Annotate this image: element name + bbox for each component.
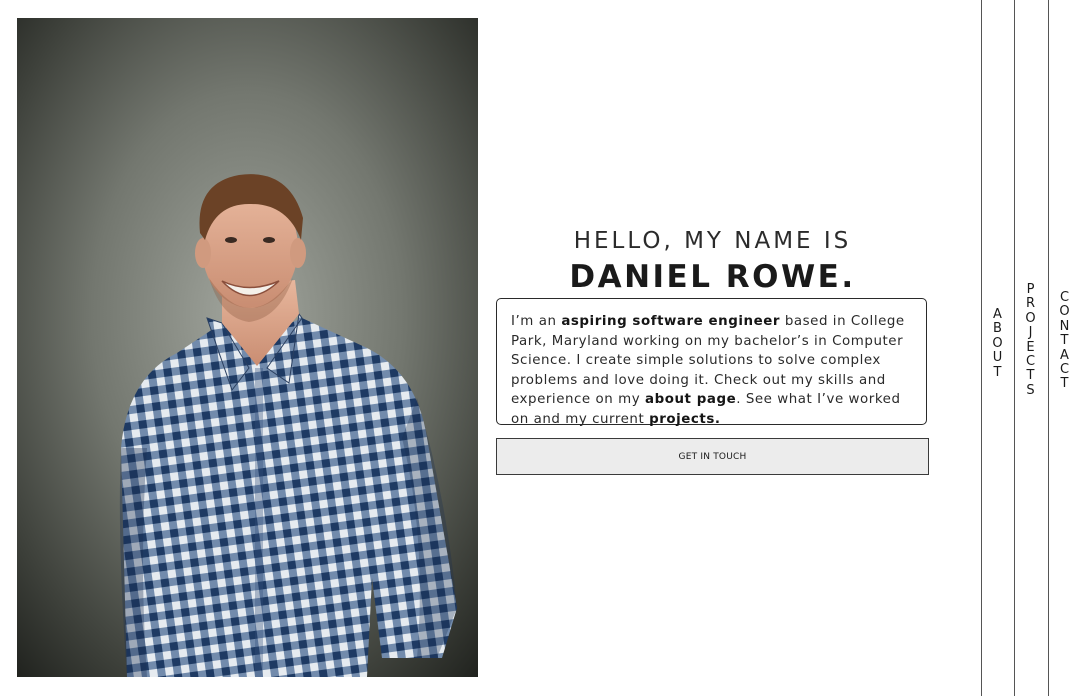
bio-box: I’m an aspiring software engineer based …: [496, 298, 927, 427]
greeting-text: HELLO, MY NAME IS: [573, 228, 852, 254]
nav-about[interactable]: ABOUT: [981, 307, 1014, 380]
name-title: DANIEL ROWE.: [569, 259, 856, 295]
nav-label: CONTACT: [1059, 290, 1070, 392]
intro-heading: HELLO, MY NAME IS DANIEL ROWE.: [496, 226, 929, 297]
bio-text-1: I’m an: [511, 314, 562, 329]
portrait-illustration: [17, 18, 478, 677]
about-page-link[interactable]: about page: [645, 392, 736, 407]
nav-projects[interactable]: PROJECTS: [1014, 282, 1047, 398]
nav-label: ABOUT: [992, 307, 1003, 380]
nav-label: PROJECTS: [1025, 282, 1036, 398]
profile-photo: [17, 18, 478, 677]
projects-link[interactable]: projects.: [649, 412, 720, 427]
nav-contact[interactable]: CONTACT: [1048, 290, 1080, 392]
get-in-touch-button[interactable]: GET IN TOUCH: [496, 438, 929, 475]
portfolio-page: HELLO, MY NAME IS DANIEL ROWE. I’m an as…: [0, 0, 1080, 696]
bio-emphasis-role: aspiring software engineer: [561, 314, 781, 329]
